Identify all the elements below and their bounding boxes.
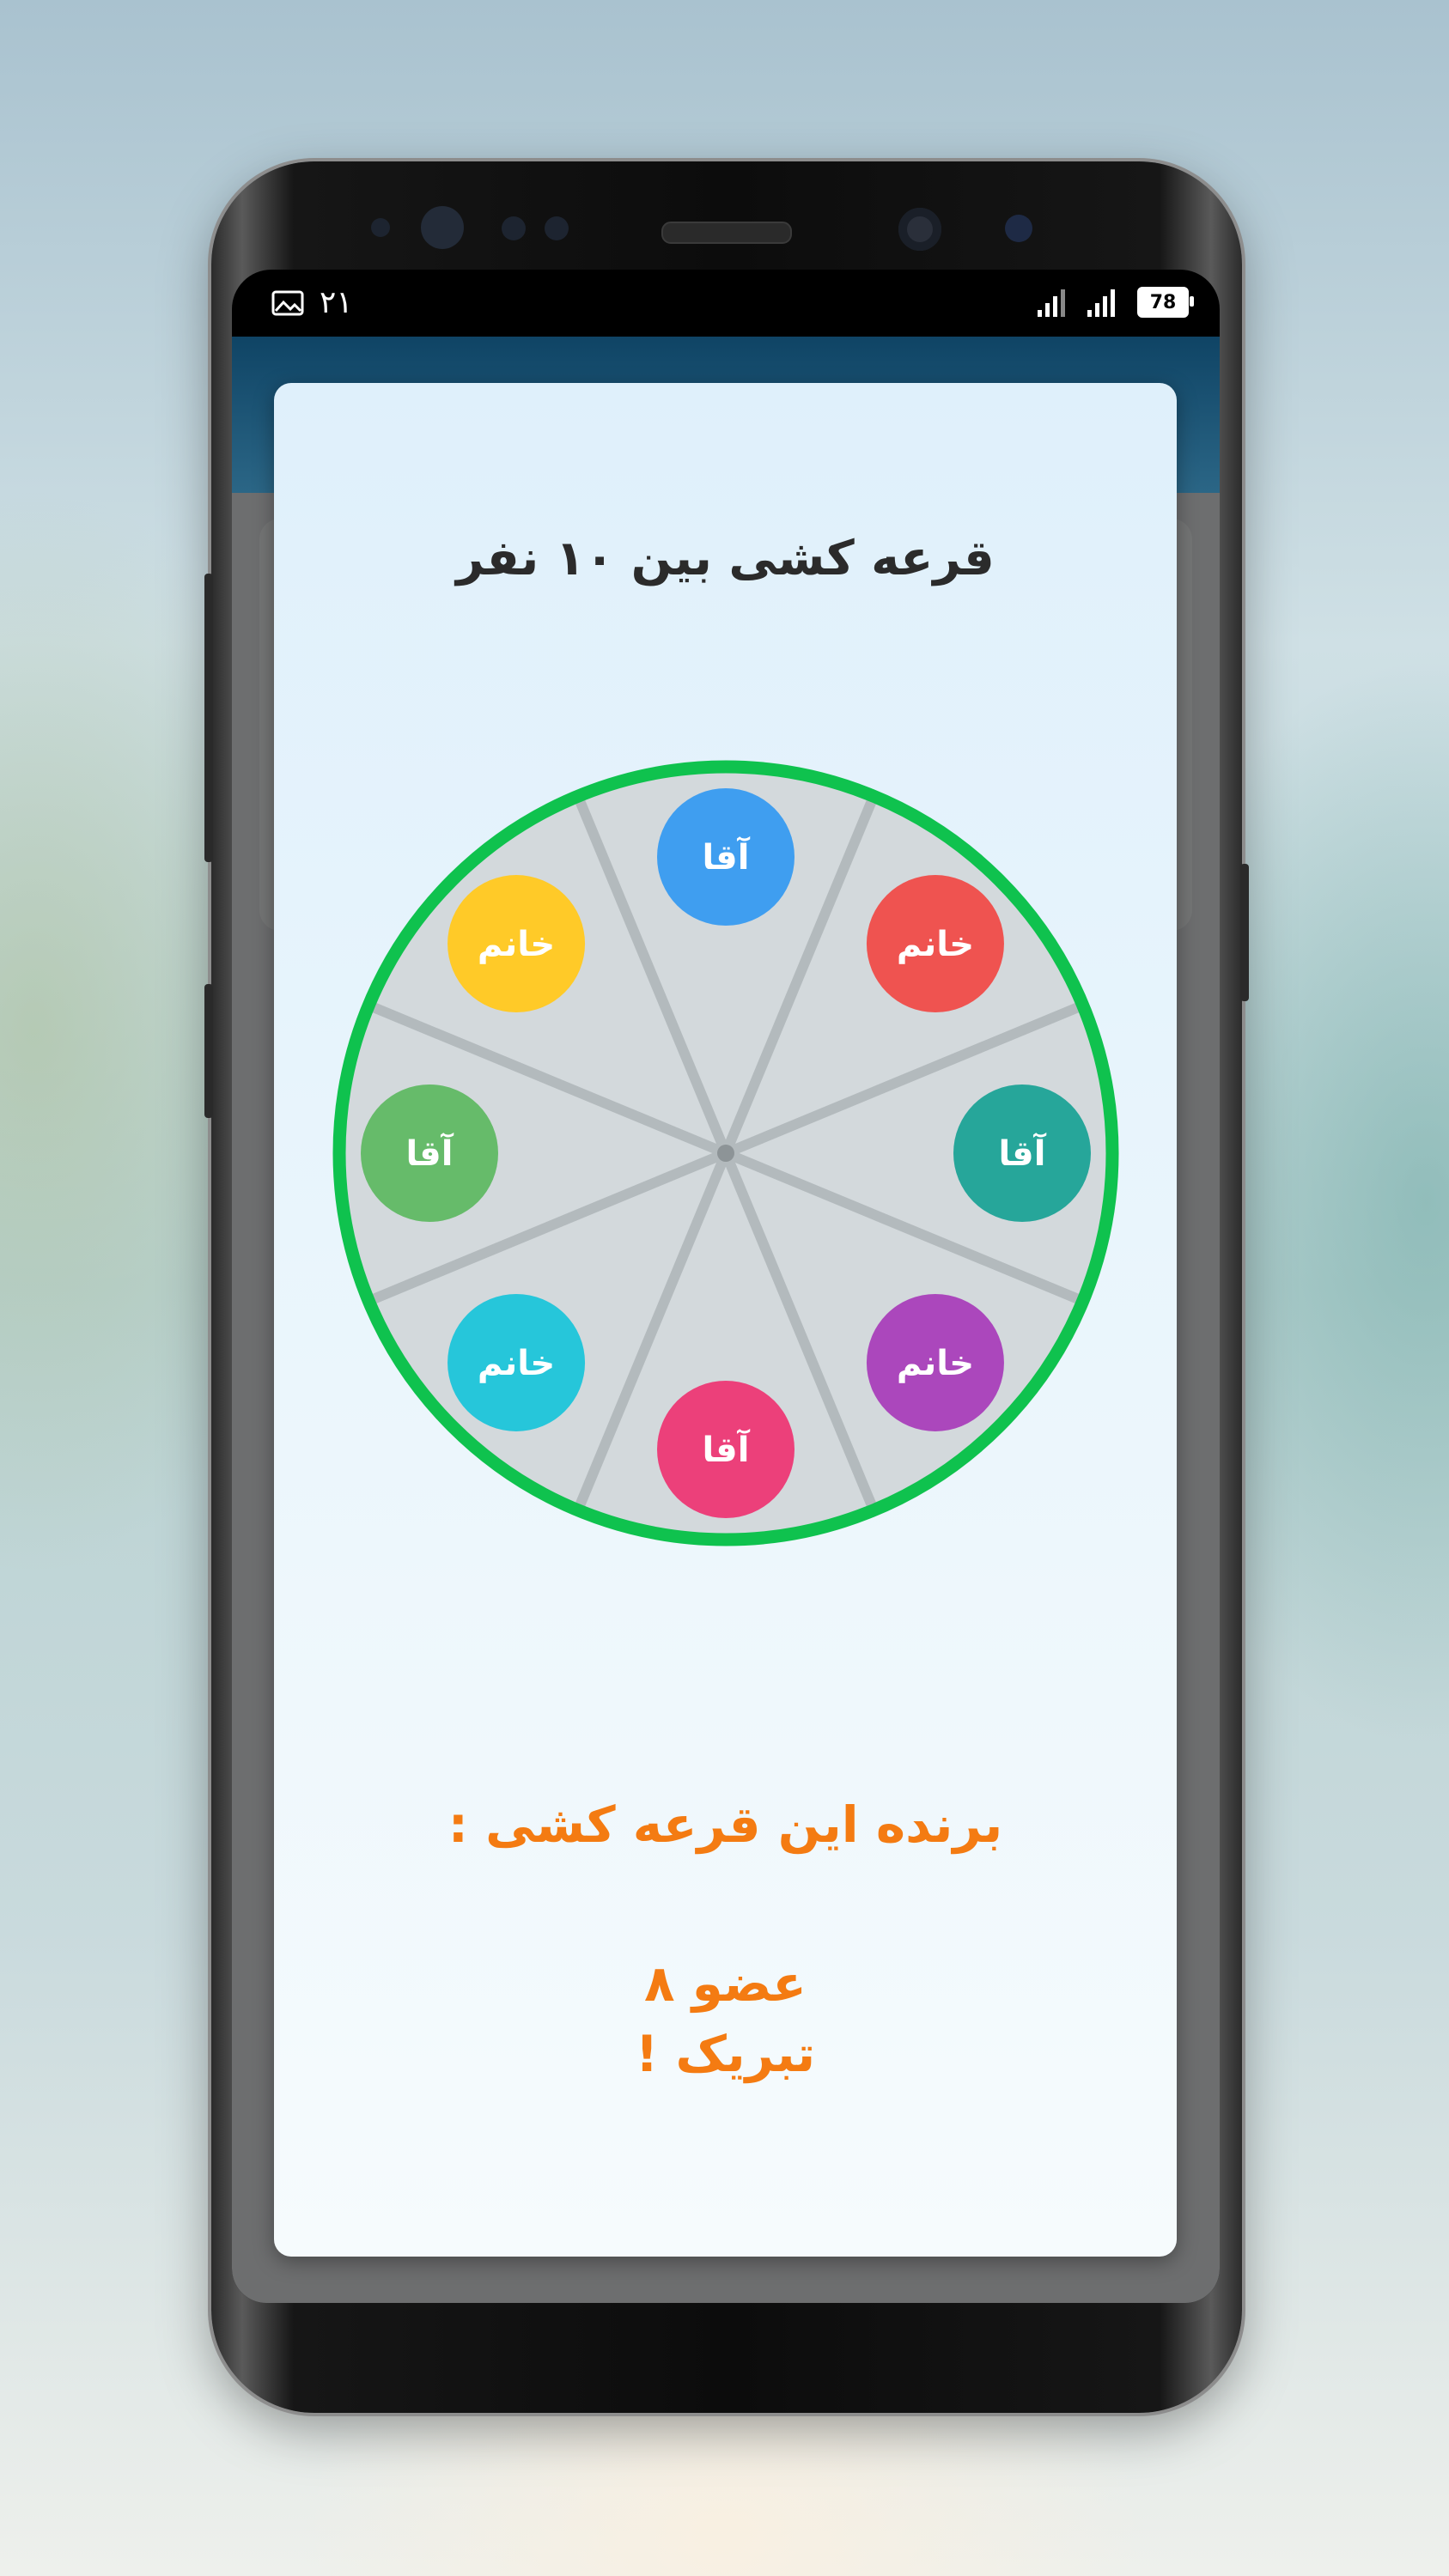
member-label: آقا — [406, 1132, 454, 1174]
sensor-icon — [545, 216, 569, 240]
iris-camera-icon — [421, 206, 464, 249]
member-label: خانم — [897, 925, 974, 964]
result-heading: برنده این قرعه کشی : — [447, 1795, 1003, 1854]
volume-button — [204, 574, 213, 862]
member-label: آقا — [703, 835, 751, 878]
signal-icon — [1038, 288, 1065, 317]
signal-icon — [1087, 288, 1115, 317]
member-label: خانم — [897, 1344, 974, 1383]
bixby-button — [204, 984, 213, 1118]
member-label: خانم — [478, 925, 555, 964]
lottery-wheel[interactable]: آقا خانم آقا خانم آقا خانم آقا خانم — [325, 752, 1127, 1554]
sensor-icon — [502, 216, 526, 240]
congrats-label: تبریک ! — [635, 2025, 816, 2083]
wheel-hub — [717, 1145, 734, 1162]
earpiece-speaker — [661, 222, 792, 244]
sensor-icon — [371, 218, 390, 237]
gallery-notification-icon — [271, 290, 304, 315]
flash-sensor-icon — [1005, 215, 1032, 242]
dialog-title: قرعه کشی بین ۱۰ نفر — [456, 531, 995, 586]
member-label: آقا — [703, 1428, 751, 1470]
member-label: آقا — [999, 1132, 1047, 1174]
lottery-dialog: قرعه کشی بین ۱۰ نفر آقا خانم آقا خانم آقا خان… — [274, 383, 1177, 2257]
battery-icon: 78 — [1137, 287, 1194, 318]
front-camera-icon — [898, 208, 941, 251]
power-button — [1240, 864, 1249, 1001]
status-time: ۲۱ — [320, 285, 353, 320]
winner-label: عضو ۸ — [644, 1954, 807, 2013]
battery-level: 78 — [1149, 291, 1177, 313]
status-bar: ۲۱ 78 — [232, 270, 1220, 337]
member-label: خانم — [478, 1344, 555, 1383]
